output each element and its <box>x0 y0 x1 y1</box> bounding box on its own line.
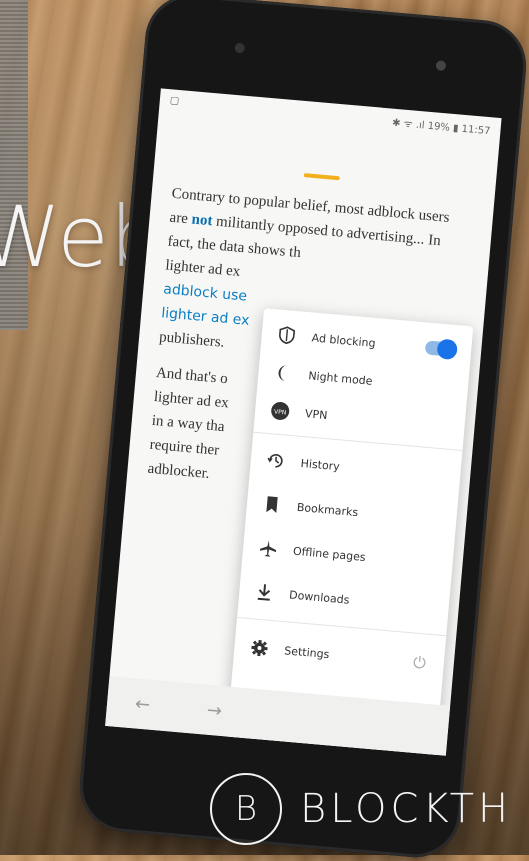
menu-item-offline-pages[interactable]: Offline pages <box>242 529 454 581</box>
history-icon <box>264 449 288 473</box>
vpn-icon: VPN <box>268 399 292 423</box>
menu-item-history[interactable]: History <box>249 442 461 494</box>
link-text[interactable]: adblock use <box>163 281 248 304</box>
menu-item-label: Settings <box>283 643 330 661</box>
menu-item-label: Bookmarks <box>296 500 359 519</box>
menu-item-label: Offline pages <box>292 544 367 564</box>
accent-bar <box>303 173 340 181</box>
text: adblocker. <box>146 460 211 483</box>
menu-item-label: Night mode <box>307 368 374 388</box>
menu-item-bookmarks[interactable]: Bookmarks <box>246 485 458 537</box>
text: lighter ad ex <box>153 388 230 412</box>
power-icon[interactable]: ⏻ <box>412 653 426 674</box>
status-bar: ▢ ✱ ᯤ .ıl 19% ▮ 11:57 <box>159 94 501 142</box>
text: And that's o <box>155 365 229 388</box>
text: require ther <box>149 436 220 459</box>
text: in a way tha <box>151 412 226 436</box>
bookmark-icon <box>260 493 284 517</box>
link-text[interactable]: lighter ad ex <box>161 305 250 329</box>
phone: ▢ ✱ ᯤ .ıl 19% ▮ 11:57 Contrary to popula… <box>76 0 529 861</box>
moon-icon <box>272 361 296 385</box>
menu-item-label: History <box>300 456 341 473</box>
ad-blocking-toggle[interactable] <box>424 338 459 361</box>
back-arrow-icon[interactable]: ← <box>134 693 151 715</box>
emphasis-text: not <box>190 211 214 230</box>
vpn-icon-text: VPN <box>274 408 287 416</box>
download-icon <box>252 580 276 604</box>
shield-icon <box>275 323 299 347</box>
screenshot-icon: ▢ <box>169 95 180 107</box>
status-icons: ✱ ᯤ .ıl 19% ▮ 11:57 <box>391 117 491 138</box>
airplane-icon <box>256 537 280 561</box>
menu-item-label: Downloads <box>288 587 351 607</box>
logo-mark: B <box>210 773 282 845</box>
forward-arrow-icon[interactable]: → <box>206 700 223 722</box>
text: lighter ad ex <box>164 257 241 280</box>
menu-item-downloads[interactable]: Downloads <box>238 573 450 625</box>
text: publishers. <box>158 329 226 351</box>
front-sensor <box>234 42 246 54</box>
front-camera <box>435 60 447 72</box>
brand-logo: B BLOCKTH <box>210 773 513 845</box>
gear-icon <box>248 636 272 660</box>
logo-wordmark: BLOCKTH <box>300 786 513 832</box>
menu-item-label: VPN <box>304 406 329 422</box>
toggle-knob <box>436 338 459 361</box>
phone-screen: ▢ ✱ ᯤ .ıl 19% ▮ 11:57 Contrary to popula… <box>105 88 502 756</box>
menu-item-label: Ad blocking <box>311 330 377 350</box>
